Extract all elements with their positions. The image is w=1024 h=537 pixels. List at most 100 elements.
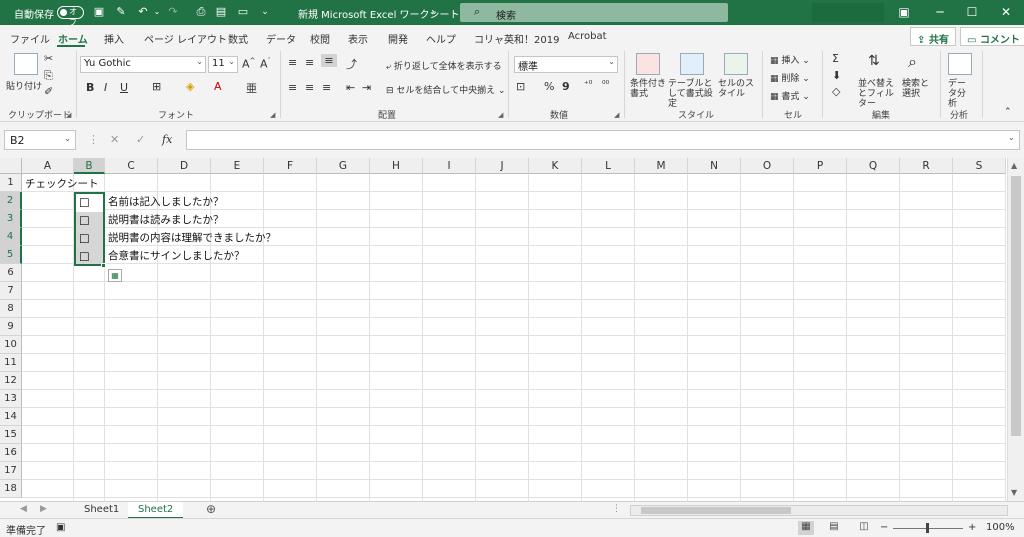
- increase-decimal-icon[interactable]: ⁺⁰: [584, 80, 592, 90]
- column-header-s[interactable]: S: [953, 158, 1006, 174]
- row-header-1[interactable]: 1: [0, 174, 22, 192]
- pdf-icon[interactable]: ▤: [214, 5, 228, 19]
- tab-page-layout[interactable]: ページ レイアウト: [144, 31, 227, 46]
- ribbon-display-icon[interactable]: ▣: [894, 4, 914, 20]
- row-header-15[interactable]: 15: [0, 426, 22, 444]
- checkbox-b3[interactable]: ☐: [79, 212, 90, 230]
- horizontal-scroll-thumb[interactable]: [641, 507, 791, 514]
- cancel-entry-icon[interactable]: ✕: [110, 133, 119, 146]
- tab-koryaeiwa[interactable]: コリャ英和！2019: [474, 31, 559, 46]
- column-header-q[interactable]: Q: [847, 158, 900, 174]
- insert-function-icon[interactable]: fx: [162, 133, 172, 146]
- cell-styles-label[interactable]: セルのスタイル: [718, 79, 754, 99]
- tab-home[interactable]: ホーム: [58, 31, 88, 46]
- tab-data[interactable]: データ: [266, 31, 296, 46]
- format-as-table-icon[interactable]: [680, 53, 704, 75]
- font-name-select[interactable]: Yu Gothic ⌄: [80, 56, 206, 73]
- format-as-table-label[interactable]: テーブルとして書式設定: [668, 79, 718, 109]
- align-left-icon[interactable]: ≡: [288, 81, 297, 94]
- bold-button[interactable]: B: [86, 81, 94, 94]
- maximize-icon[interactable]: ☐: [962, 4, 982, 20]
- alignment-launcher-icon[interactable]: ◢: [498, 111, 503, 119]
- checkbox-b4[interactable]: ☐: [79, 230, 90, 248]
- checkbox-b5[interactable]: ☐: [79, 248, 90, 266]
- quick-analysis-icon[interactable]: ▦: [108, 269, 122, 282]
- clipboard-launcher-icon[interactable]: ◢: [66, 111, 71, 119]
- share-button[interactable]: ⇪ 共有: [910, 27, 956, 46]
- row-header-2[interactable]: 2: [0, 192, 22, 210]
- save-as-icon[interactable]: ✎: [114, 5, 128, 19]
- phonetic-icon[interactable]: 亜: [246, 80, 257, 96]
- sort-filter-icon[interactable]: ⇅: [868, 53, 880, 69]
- search-box[interactable]: ⌕ 検索: [460, 3, 728, 22]
- decrease-decimal-icon[interactable]: ⁰⁰: [602, 80, 609, 90]
- vertical-scrollbar[interactable]: ▲ ▼: [1007, 158, 1024, 501]
- font-color-icon[interactable]: A: [214, 80, 222, 93]
- fill-color-icon[interactable]: ◈: [186, 80, 194, 93]
- cell-c4[interactable]: 説明書の内容は理解できましたか？: [108, 229, 276, 247]
- cell-styles-icon[interactable]: [724, 53, 748, 75]
- shrink-font-icon[interactable]: Aˇ: [260, 57, 271, 71]
- comments-button[interactable]: ▭ コメント: [960, 27, 1024, 46]
- font-launcher-icon[interactable]: ◢: [270, 111, 275, 119]
- select-all-corner[interactable]: [0, 158, 22, 174]
- row-header-11[interactable]: 11: [0, 354, 22, 372]
- collapse-ribbon-icon[interactable]: ⌃: [1004, 107, 1012, 117]
- tab-review[interactable]: 校閲: [310, 31, 330, 46]
- percent-icon[interactable]: %: [544, 80, 554, 93]
- row-header-12[interactable]: 12: [0, 372, 22, 390]
- accounting-format-icon[interactable]: ⊡: [516, 80, 525, 93]
- row-header-7[interactable]: 7: [0, 282, 22, 300]
- save-icon[interactable]: ▣: [92, 5, 106, 19]
- sheet-tab-sheet2[interactable]: Sheet2: [128, 502, 184, 519]
- cell-c2[interactable]: 名前は記入しましたか？: [108, 193, 224, 211]
- column-header-c[interactable]: C: [105, 158, 158, 174]
- align-center-icon[interactable]: ≡: [305, 81, 314, 94]
- paste-label[interactable]: 貼り付け: [6, 79, 42, 92]
- column-header-n[interactable]: N: [688, 158, 741, 174]
- column-header-p[interactable]: P: [794, 158, 847, 174]
- autosave-toggle[interactable]: オフ: [57, 6, 84, 27]
- undo-icon[interactable]: ↶: [136, 5, 150, 19]
- data-analysis-icon[interactable]: [948, 53, 972, 75]
- underline-button[interactable]: U: [120, 81, 128, 94]
- delete-cells-button[interactable]: ▦ 削除 ⌄: [770, 71, 810, 84]
- column-header-k[interactable]: K: [529, 158, 582, 174]
- tab-developer[interactable]: 開発: [388, 31, 408, 46]
- align-top-icon[interactable]: ≡: [288, 56, 297, 69]
- column-header-d[interactable]: D: [158, 158, 211, 174]
- number-launcher-icon[interactable]: ◢: [614, 111, 619, 119]
- tab-file[interactable]: ファイル: [10, 31, 50, 46]
- column-header-f[interactable]: F: [264, 158, 317, 174]
- column-header-h[interactable]: H: [370, 158, 423, 174]
- row-header-14[interactable]: 14: [0, 408, 22, 426]
- cell-a1[interactable]: チェックシート: [25, 175, 99, 193]
- row-header-10[interactable]: 10: [0, 336, 22, 354]
- zoom-in-button[interactable]: +: [968, 522, 976, 533]
- find-select-icon[interactable]: ⌕: [908, 52, 917, 72]
- zoom-level[interactable]: 100%: [986, 522, 1015, 533]
- title-dropdown-icon[interactable]: ⌄: [430, 6, 438, 17]
- expand-formula-icon[interactable]: ⌄: [1008, 133, 1015, 142]
- row-header-6[interactable]: 6: [0, 264, 22, 282]
- next-sheet-icon[interactable]: ▶: [40, 504, 47, 514]
- tab-split-icon[interactable]: ⋮: [612, 504, 621, 514]
- column-header-r[interactable]: R: [900, 158, 953, 174]
- cell-c3[interactable]: 説明書は読みましたか？: [108, 211, 224, 229]
- cut-icon[interactable]: ✂: [44, 52, 53, 65]
- grow-font-icon[interactable]: A^: [242, 57, 255, 71]
- borders-icon[interactable]: ⊞: [152, 80, 161, 93]
- column-header-m[interactable]: M: [635, 158, 688, 174]
- comma-style-icon[interactable]: 9: [562, 80, 570, 93]
- column-header-e[interactable]: E: [211, 158, 264, 174]
- row-header-8[interactable]: 8: [0, 300, 22, 318]
- page-layout-view-icon[interactable]: ▤: [826, 521, 842, 535]
- align-right-icon[interactable]: ≡: [322, 81, 331, 94]
- redo-icon[interactable]: ↷: [166, 5, 180, 19]
- clear-icon[interactable]: ◇: [832, 85, 840, 98]
- column-header-o[interactable]: O: [741, 158, 794, 174]
- customize-qat-icon[interactable]: ⌄: [258, 5, 272, 19]
- column-header-g[interactable]: G: [317, 158, 370, 174]
- column-header-l[interactable]: L: [582, 158, 635, 174]
- scroll-up-icon[interactable]: ▲: [1011, 161, 1017, 170]
